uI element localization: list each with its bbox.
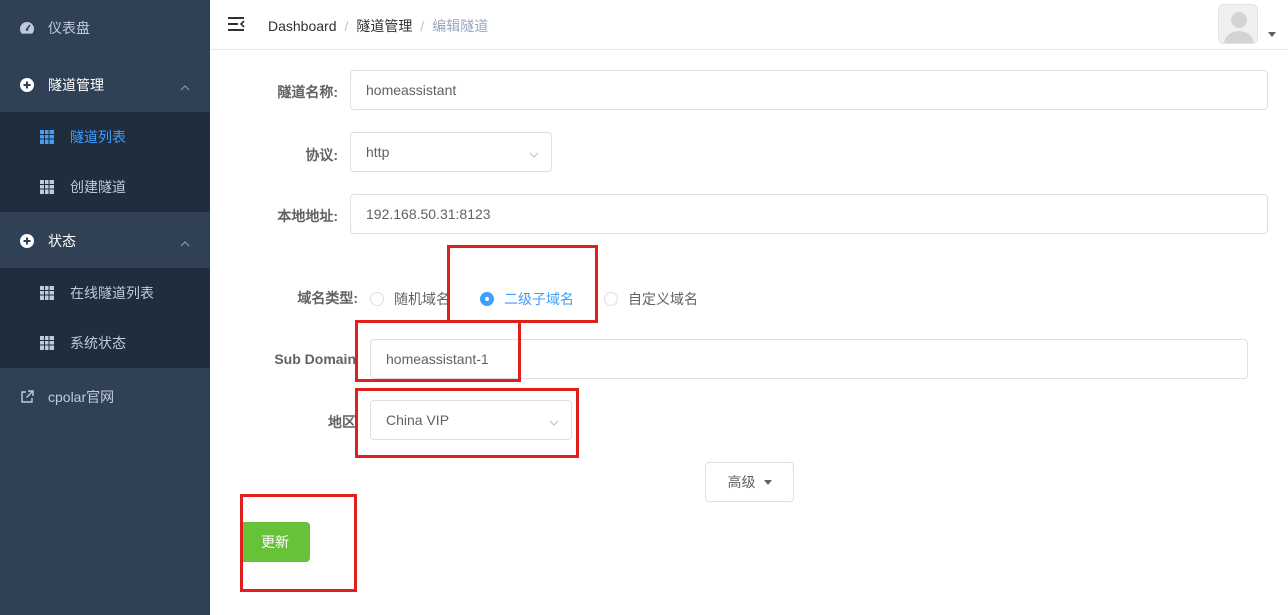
breadcrumb-separator: / <box>344 18 349 34</box>
local-address-value: 192.168.50.31:8123 <box>366 206 491 222</box>
plus-circle-icon <box>19 233 35 249</box>
breadcrumb-separator: / <box>420 18 425 34</box>
hamburger-menu-icon[interactable] <box>227 16 245 32</box>
sidebar: 仪表盘 隧道管理 隧道列表 创建隧道 状态 在线隧道列表 系统状态 cpolar… <box>0 0 210 615</box>
local-address-input[interactable]: 192.168.50.31:8123 <box>350 194 1268 234</box>
advanced-label: 高级 <box>727 474 756 490</box>
breadcrumb-edit-tunnel: 编辑隧道 <box>432 18 489 34</box>
tunnel-name-label: 隧道名称: <box>277 84 338 100</box>
radio-circle <box>604 292 618 306</box>
sub-domain-value: homeassistant-1 <box>386 351 489 367</box>
sidebar-item-create-tunnel[interactable]: 创建隧道 <box>0 162 210 212</box>
protocol-select[interactable]: http <box>350 132 552 172</box>
radio-circle <box>480 292 494 306</box>
radio-random-domain[interactable]: 随机域名 <box>370 289 450 309</box>
user-avatar-icon <box>1224 12 1254 43</box>
sidebar-item-label: 在线隧道列表 <box>70 285 154 301</box>
radio-label: 随机域名 <box>394 291 450 307</box>
breadcrumb-tunnel-management[interactable]: 隧道管理 <box>356 16 412 36</box>
chevron-down-icon <box>549 415 559 426</box>
plus-circle-icon <box>19 77 35 93</box>
sidebar-item-tunnel-management[interactable]: 隧道管理 <box>0 57 210 113</box>
sidebar-item-label: 状态 <box>48 233 76 249</box>
region-select[interactable]: China VIP <box>370 400 572 440</box>
domain-type-label: 域名类型: <box>297 290 358 306</box>
radio-circle <box>370 292 384 306</box>
chevron-up-icon <box>180 80 190 91</box>
sidebar-item-system-status[interactable]: 系统状态 <box>0 318 210 368</box>
breadcrumb: Dashboard / 隧道管理 / 编辑隧道 <box>268 16 488 36</box>
local-address-label: 本地地址: <box>277 208 338 224</box>
sidebar-item-label: 创建隧道 <box>70 179 126 195</box>
region-label: 地区 <box>328 414 356 430</box>
sidebar-item-label: 隧道管理 <box>48 77 104 93</box>
caret-down-icon[interactable] <box>1268 32 1276 37</box>
tunnel-name-value: homeassistant <box>366 82 457 98</box>
dashboard-icon <box>19 20 35 36</box>
external-link-icon <box>19 389 35 405</box>
table-icon <box>40 286 54 300</box>
sidebar-item-label: cpolar官网 <box>48 389 115 405</box>
region-value: China VIP <box>386 412 450 428</box>
top-header: Dashboard / 隧道管理 / 编辑隧道 <box>210 0 1288 50</box>
update-button[interactable]: 更新 <box>240 522 310 562</box>
radio-label: 二级子域名 <box>504 291 574 307</box>
highlight-box-subdomain-radio <box>447 245 598 323</box>
sidebar-item-status[interactable]: 状态 <box>0 213 210 269</box>
sub-domain-input[interactable]: homeassistant-1 <box>370 339 1248 379</box>
sidebar-item-online-tunnels[interactable]: 在线隧道列表 <box>0 268 210 318</box>
advanced-button[interactable]: 高级 <box>705 462 794 502</box>
sidebar-item-cpolar-site[interactable]: cpolar官网 <box>0 369 210 425</box>
sidebar-item-label: 仪表盘 <box>48 20 90 36</box>
sidebar-item-label: 隧道列表 <box>70 129 126 145</box>
table-icon <box>40 130 54 144</box>
submenu-tunnel-management: 隧道列表 创建隧道 <box>0 112 210 212</box>
chevron-down-icon <box>529 147 539 158</box>
breadcrumb-dashboard[interactable]: Dashboard <box>268 18 337 34</box>
protocol-value: http <box>366 144 390 160</box>
caret-down-icon <box>763 479 772 485</box>
sidebar-item-dashboard[interactable]: 仪表盘 <box>0 0 210 56</box>
radio-custom-domain[interactable]: 自定义域名 <box>604 289 698 309</box>
radio-label: 自定义域名 <box>628 291 698 307</box>
sidebar-item-tunnel-list[interactable]: 隧道列表 <box>0 112 210 162</box>
table-icon <box>40 336 54 350</box>
table-icon <box>40 180 54 194</box>
sidebar-item-label: 系统状态 <box>70 335 126 351</box>
sub-domain-label: Sub Domain <box>274 351 356 367</box>
submenu-status: 在线隧道列表 系统状态 <box>0 268 210 368</box>
radio-subdomain[interactable]: 二级子域名 <box>480 289 574 309</box>
chevron-up-icon <box>180 236 190 247</box>
tunnel-name-input[interactable]: homeassistant <box>350 70 1268 110</box>
protocol-label: 协议: <box>305 147 338 163</box>
avatar[interactable] <box>1218 4 1258 44</box>
